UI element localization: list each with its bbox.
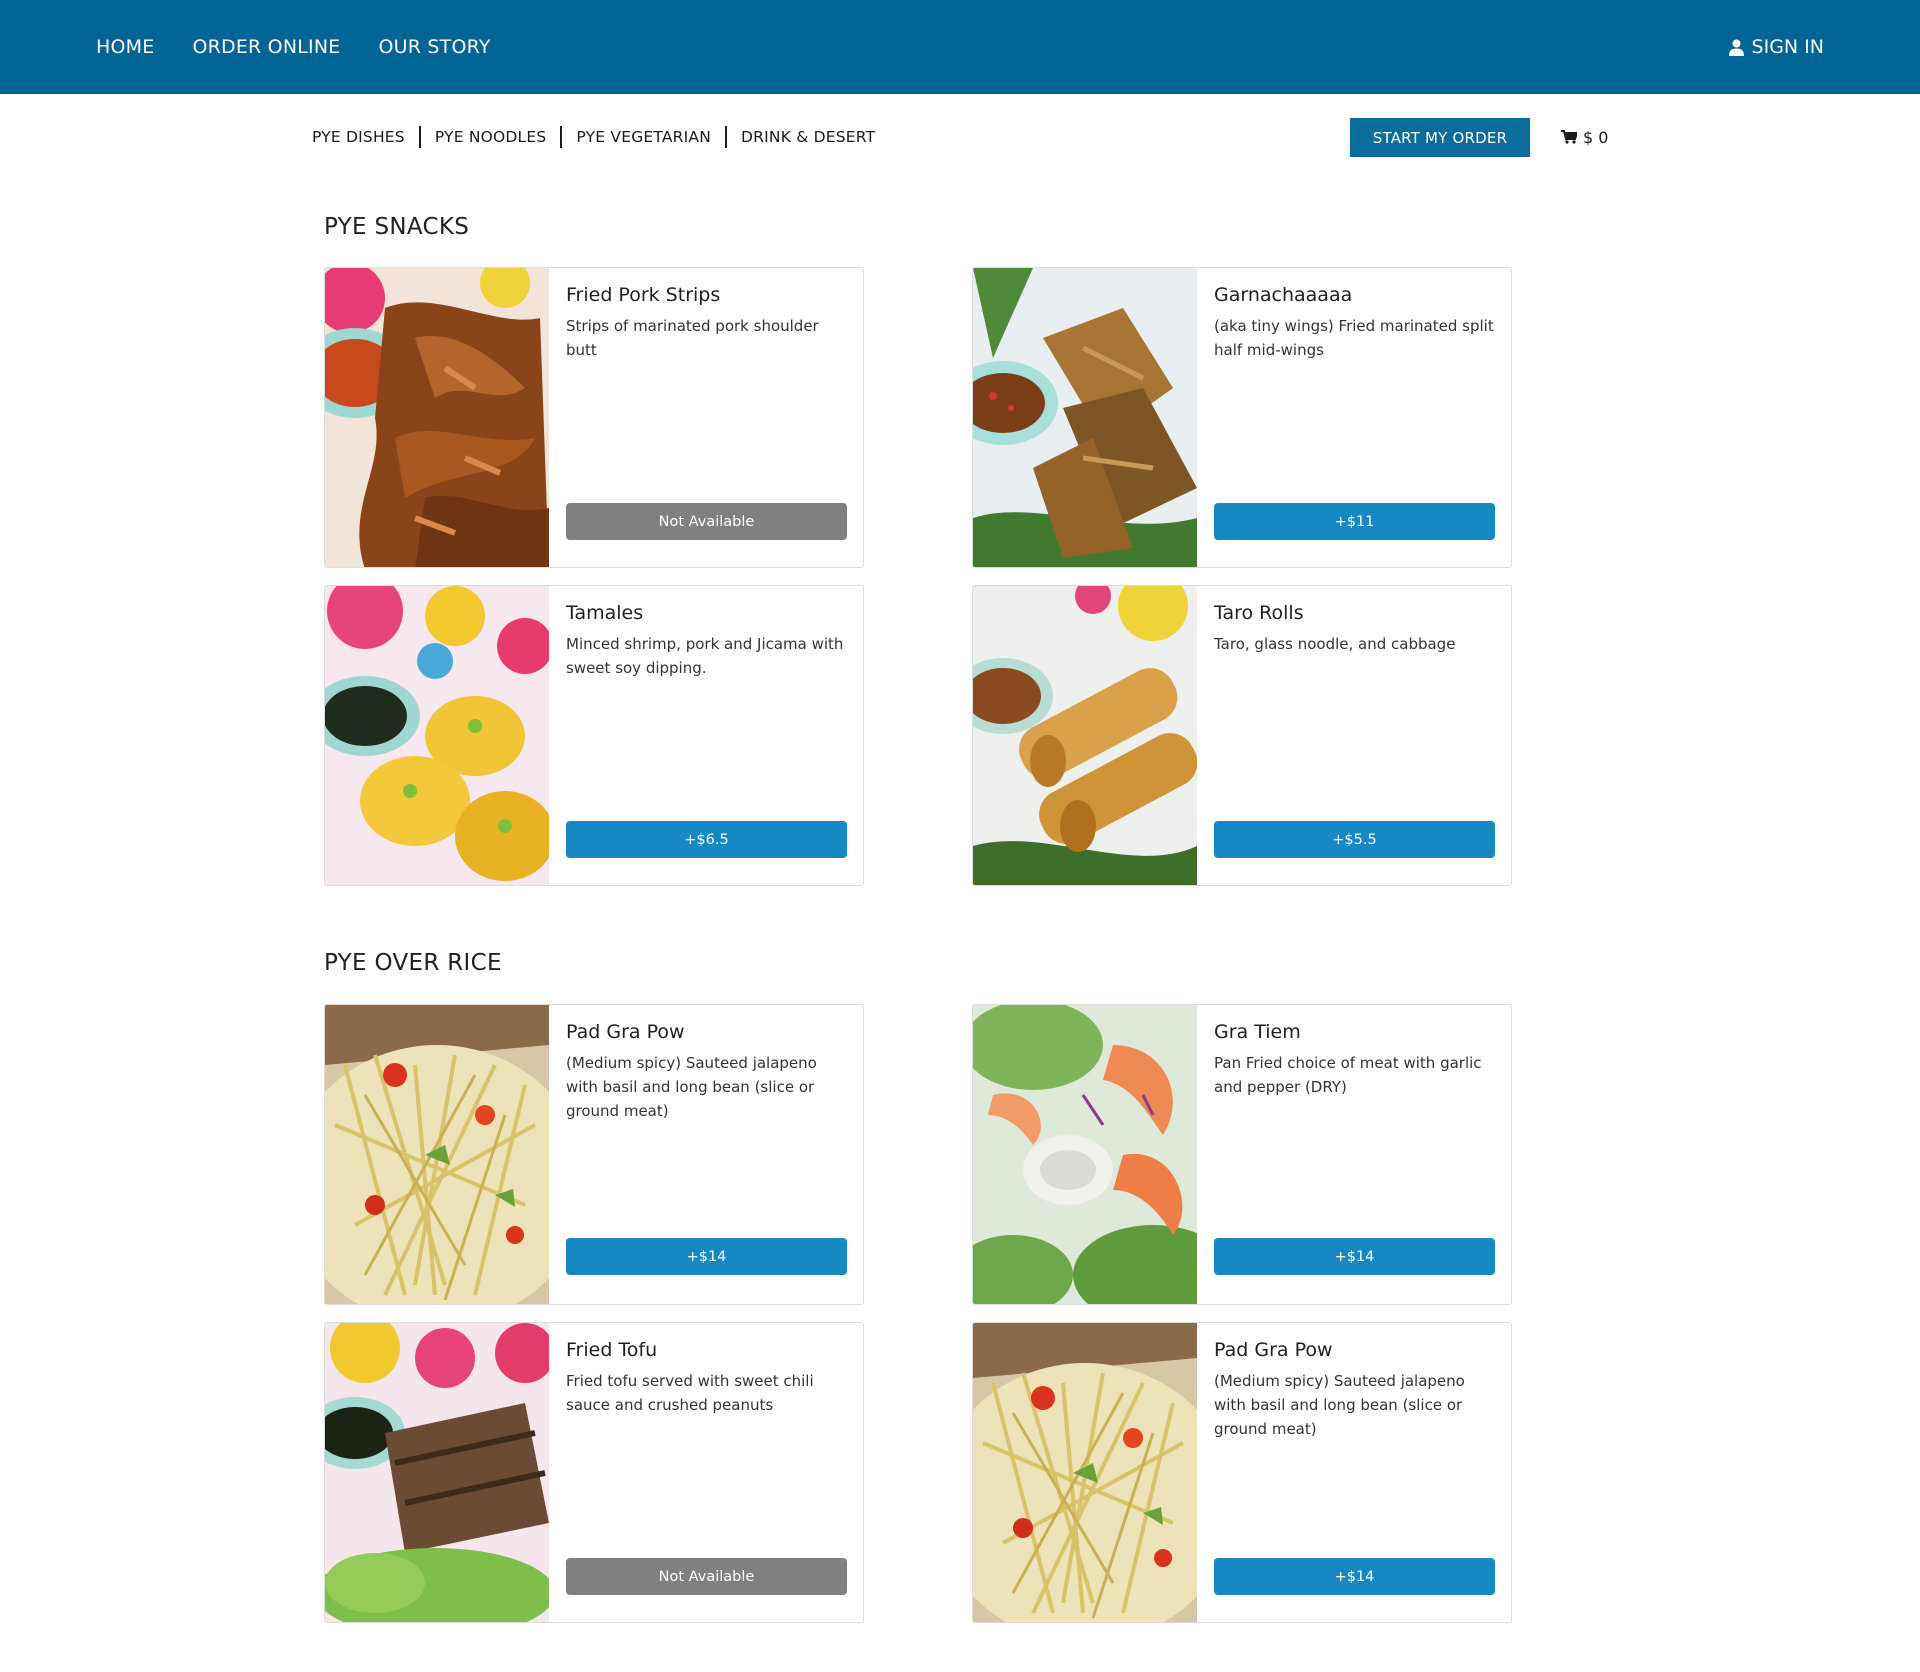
food-photo [973,1005,1197,1304]
menu-item-name: Garnachaaaaa [1214,284,1353,306]
menu-item-name: Pad Gra Pow [566,1021,685,1043]
add-to-order-button[interactable]: +$5.5 [1214,821,1495,858]
menu-item-description: Taro, glass noodle, and cabbage [1214,635,1456,653]
add-to-order-button[interactable]: +$14 [1214,1238,1495,1275]
category-drink-desert[interactable]: DRINK & DESERT [741,128,875,146]
add-to-order-button[interactable]: +$14 [1214,1558,1495,1595]
add-to-order-button[interactable]: +$14 [566,1238,847,1275]
menu-item-card[interactable]: Taro Rolls Taro, glass noodle, and cabba… [972,585,1512,886]
category-pye-dishes[interactable]: PYE DISHES [312,128,405,146]
user-icon [1728,39,1744,56]
menu-item-name: Fried Pork Strips [566,284,721,306]
menu-item-card[interactable]: Fried Tofu Fried tofu served with sweet … [324,1322,864,1623]
not-available-button[interactable]: Not Available [566,1558,847,1595]
category-pye-noodles[interactable]: PYE NOODLES [435,128,547,146]
food-photo [325,268,549,567]
food-photo [973,586,1197,885]
divider [725,126,728,148]
menu-item-name: Pad Gra Pow [1214,1339,1333,1361]
sign-in-label: SIGN IN [1751,36,1824,58]
food-photo [325,1323,549,1622]
menu-item-name: Tamales [566,602,644,624]
menu-item-card[interactable]: Fried Pork Strips Strips of marinated po… [324,267,864,568]
food-photo [325,586,549,885]
nav-link-order-online[interactable]: ORDER ONLINE [192,36,340,58]
menu-item-name: Taro Rolls [1214,602,1304,624]
menu-item-description: Strips of marinated pork shoulder butt [566,317,819,359]
menu-item-description: Minced shrimp, pork and Jicama with swee… [566,635,844,677]
section-title-pye-over-rice: PYE OVER RICE [324,950,502,976]
menu-item-description: (aka tiny wings) Fried marinated split h… [1214,317,1494,359]
main-nav: HOME ORDER ONLINE OUR STORY [96,0,491,94]
nav-link-home[interactable]: HOME [96,36,154,58]
cart-total: $ 0 [1583,127,1609,147]
food-photo [973,268,1197,567]
menu-item-description: (Medium spicy) Sauteed jalapeno with bas… [1214,1372,1465,1438]
menu-item-card[interactable]: Tamales Minced shrimp, pork and Jicama w… [324,585,864,886]
section-title-pye-snacks: PYE SNACKS [324,214,470,240]
menu-item-description: Fried tofu served with sweet chili sauce… [566,1372,814,1414]
sign-in-link[interactable]: SIGN IN [1728,0,1824,94]
menu-item-name: Gra Tiem [1214,1021,1301,1043]
add-to-order-button[interactable]: +$11 [1214,503,1495,540]
cart-summary[interactable]: $ 0 [1561,126,1608,148]
menu-item-card[interactable]: Garnachaaaaa (aka tiny wings) Fried mari… [972,267,1512,568]
divider [418,126,421,148]
menu-item-card[interactable]: Pad Gra Pow (Medium spicy) Sauteed jalap… [972,1322,1512,1623]
category-pye-vegetarian[interactable]: PYE VEGETARIAN [576,128,711,146]
divider [560,126,563,148]
menu-item-card[interactable]: Pad Gra Pow (Medium spicy) Sauteed jalap… [324,1004,864,1305]
food-photo [973,1323,1197,1622]
start-my-order-button[interactable]: START MY ORDER [1350,118,1530,157]
food-photo [325,1005,549,1304]
top-nav-bar: HOME ORDER ONLINE OUR STORY SIGN IN [0,0,1920,94]
menu-item-description: (Medium spicy) Sauteed jalapeno with bas… [566,1054,817,1120]
not-available-button[interactable]: Not Available [566,503,847,540]
shopping-cart-icon [1561,130,1577,144]
category-nav: PYE DISHES PYE NOODLES PYE VEGETARIAN DR… [312,122,875,152]
menu-item-description: Pan Fried choice of meat with garlic and… [1214,1054,1482,1096]
nav-link-our-story[interactable]: OUR STORY [378,36,490,58]
add-to-order-button[interactable]: +$6.5 [566,821,847,858]
menu-item-card[interactable]: Gra Tiem Pan Fried choice of meat with g… [972,1004,1512,1305]
menu-item-name: Fried Tofu [566,1339,658,1361]
